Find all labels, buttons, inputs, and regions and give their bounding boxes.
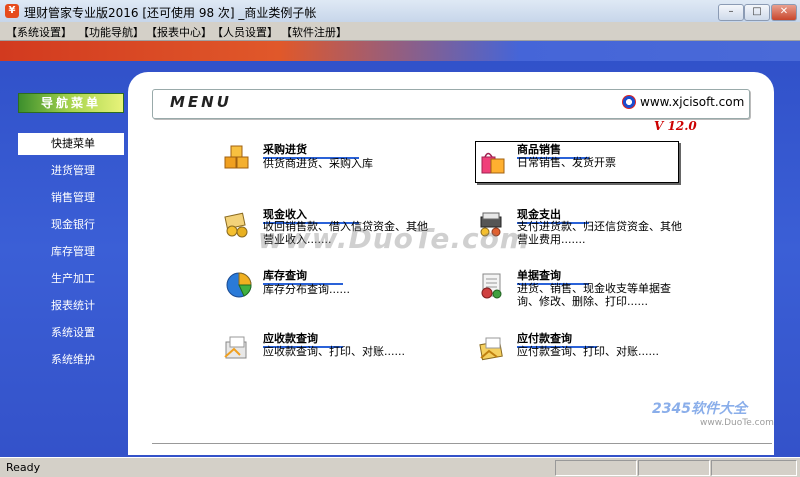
maximize-button[interactable]: □ xyxy=(744,4,770,21)
panel-bottom-divider xyxy=(152,443,772,456)
sidebar-item-production[interactable]: 生产加工 xyxy=(18,268,124,290)
site-url[interactable]: www.xjcisoft.com xyxy=(640,95,744,109)
site-logo-icon xyxy=(622,95,636,109)
status-cell xyxy=(555,460,637,476)
status-text: Ready xyxy=(6,461,41,474)
menu-software-register[interactable]: 【软件注册】 xyxy=(281,24,347,40)
sidebar-item-system-settings[interactable]: 系统设置 xyxy=(18,322,124,344)
feature-inventory-desc: 库存分布查询...... xyxy=(263,283,350,296)
feature-payable-desc: 应付款查询、打印、对账...... xyxy=(517,345,659,358)
feature-voucher-desc: 进货、销售、现金收支等单据查询、修改、删除、打印...... xyxy=(517,282,671,308)
menu-logo: MENU xyxy=(170,93,232,111)
pie-chart-icon[interactable] xyxy=(224,270,254,300)
status-bar: Ready xyxy=(0,457,800,477)
menu-bar: 【系统设置】 【功能导航】 【报表中心】 【人员设置】 【软件注册】 xyxy=(0,22,800,41)
sidebar-item-sales[interactable]: 销售管理 xyxy=(18,187,124,209)
version-label: V 12.0 xyxy=(654,119,697,133)
title-bar: ¥ 理财管家专业版2016 [还可使用 98 次] _商业类例子帐 – □ ✕ xyxy=(0,0,800,23)
corner-watermark-url: www.DuoTe.com xyxy=(700,418,774,428)
feature-sales-desc: 日常销售、发货开票 xyxy=(517,156,616,169)
feature-purchase-desc: 供货商进货、采购入库 xyxy=(263,157,373,170)
menu-report-center[interactable]: 【报表中心】 xyxy=(146,24,212,40)
menu-function-nav[interactable]: 【功能导航】 xyxy=(78,24,144,40)
sidebar-item-cash-bank[interactable]: 现金银行 xyxy=(18,214,124,236)
window-title: 理财管家专业版2016 [还可使用 98 次] _商业类例子帐 xyxy=(24,6,317,20)
sidebar-item-reports[interactable]: 报表统计 xyxy=(18,295,124,317)
decorative-stripe xyxy=(0,41,800,61)
sidebar-item-inventory[interactable]: 库存管理 xyxy=(18,241,124,263)
sidebar-item-maintenance[interactable]: 系统维护 xyxy=(18,349,124,371)
status-cell xyxy=(638,460,710,476)
sidebar-item-purchase[interactable]: 进货管理 xyxy=(18,160,124,182)
receivable-icon[interactable] xyxy=(222,333,252,363)
cash-in-icon[interactable] xyxy=(222,209,252,239)
sidebar-item-quick-menu[interactable]: 快捷菜单 xyxy=(18,133,124,155)
menu-personnel-settings[interactable]: 【人员设置】 xyxy=(212,24,278,40)
watermark: www.DuoTe.com xyxy=(258,222,530,255)
payable-icon[interactable] xyxy=(477,333,507,363)
status-cell xyxy=(711,460,797,476)
minimize-button[interactable]: – xyxy=(718,4,744,21)
close-button[interactable]: ✕ xyxy=(771,4,797,21)
document-icon[interactable] xyxy=(477,271,507,301)
menu-system-settings[interactable]: 【系统设置】 xyxy=(6,24,72,40)
app-icon: ¥ xyxy=(5,4,19,18)
feature-receivable-desc: 应收款查询、打印、对账...... xyxy=(263,345,405,358)
boxes-icon[interactable] xyxy=(222,143,252,173)
corner-watermark: 2345软件大全 xyxy=(652,401,747,417)
shopping-bag-icon[interactable] xyxy=(478,147,508,177)
nav-menu-header: 导航菜单 xyxy=(18,93,124,113)
feature-cash-out-desc: 支付进货款、归还信贷资金、其他营业费用....... xyxy=(517,220,682,246)
